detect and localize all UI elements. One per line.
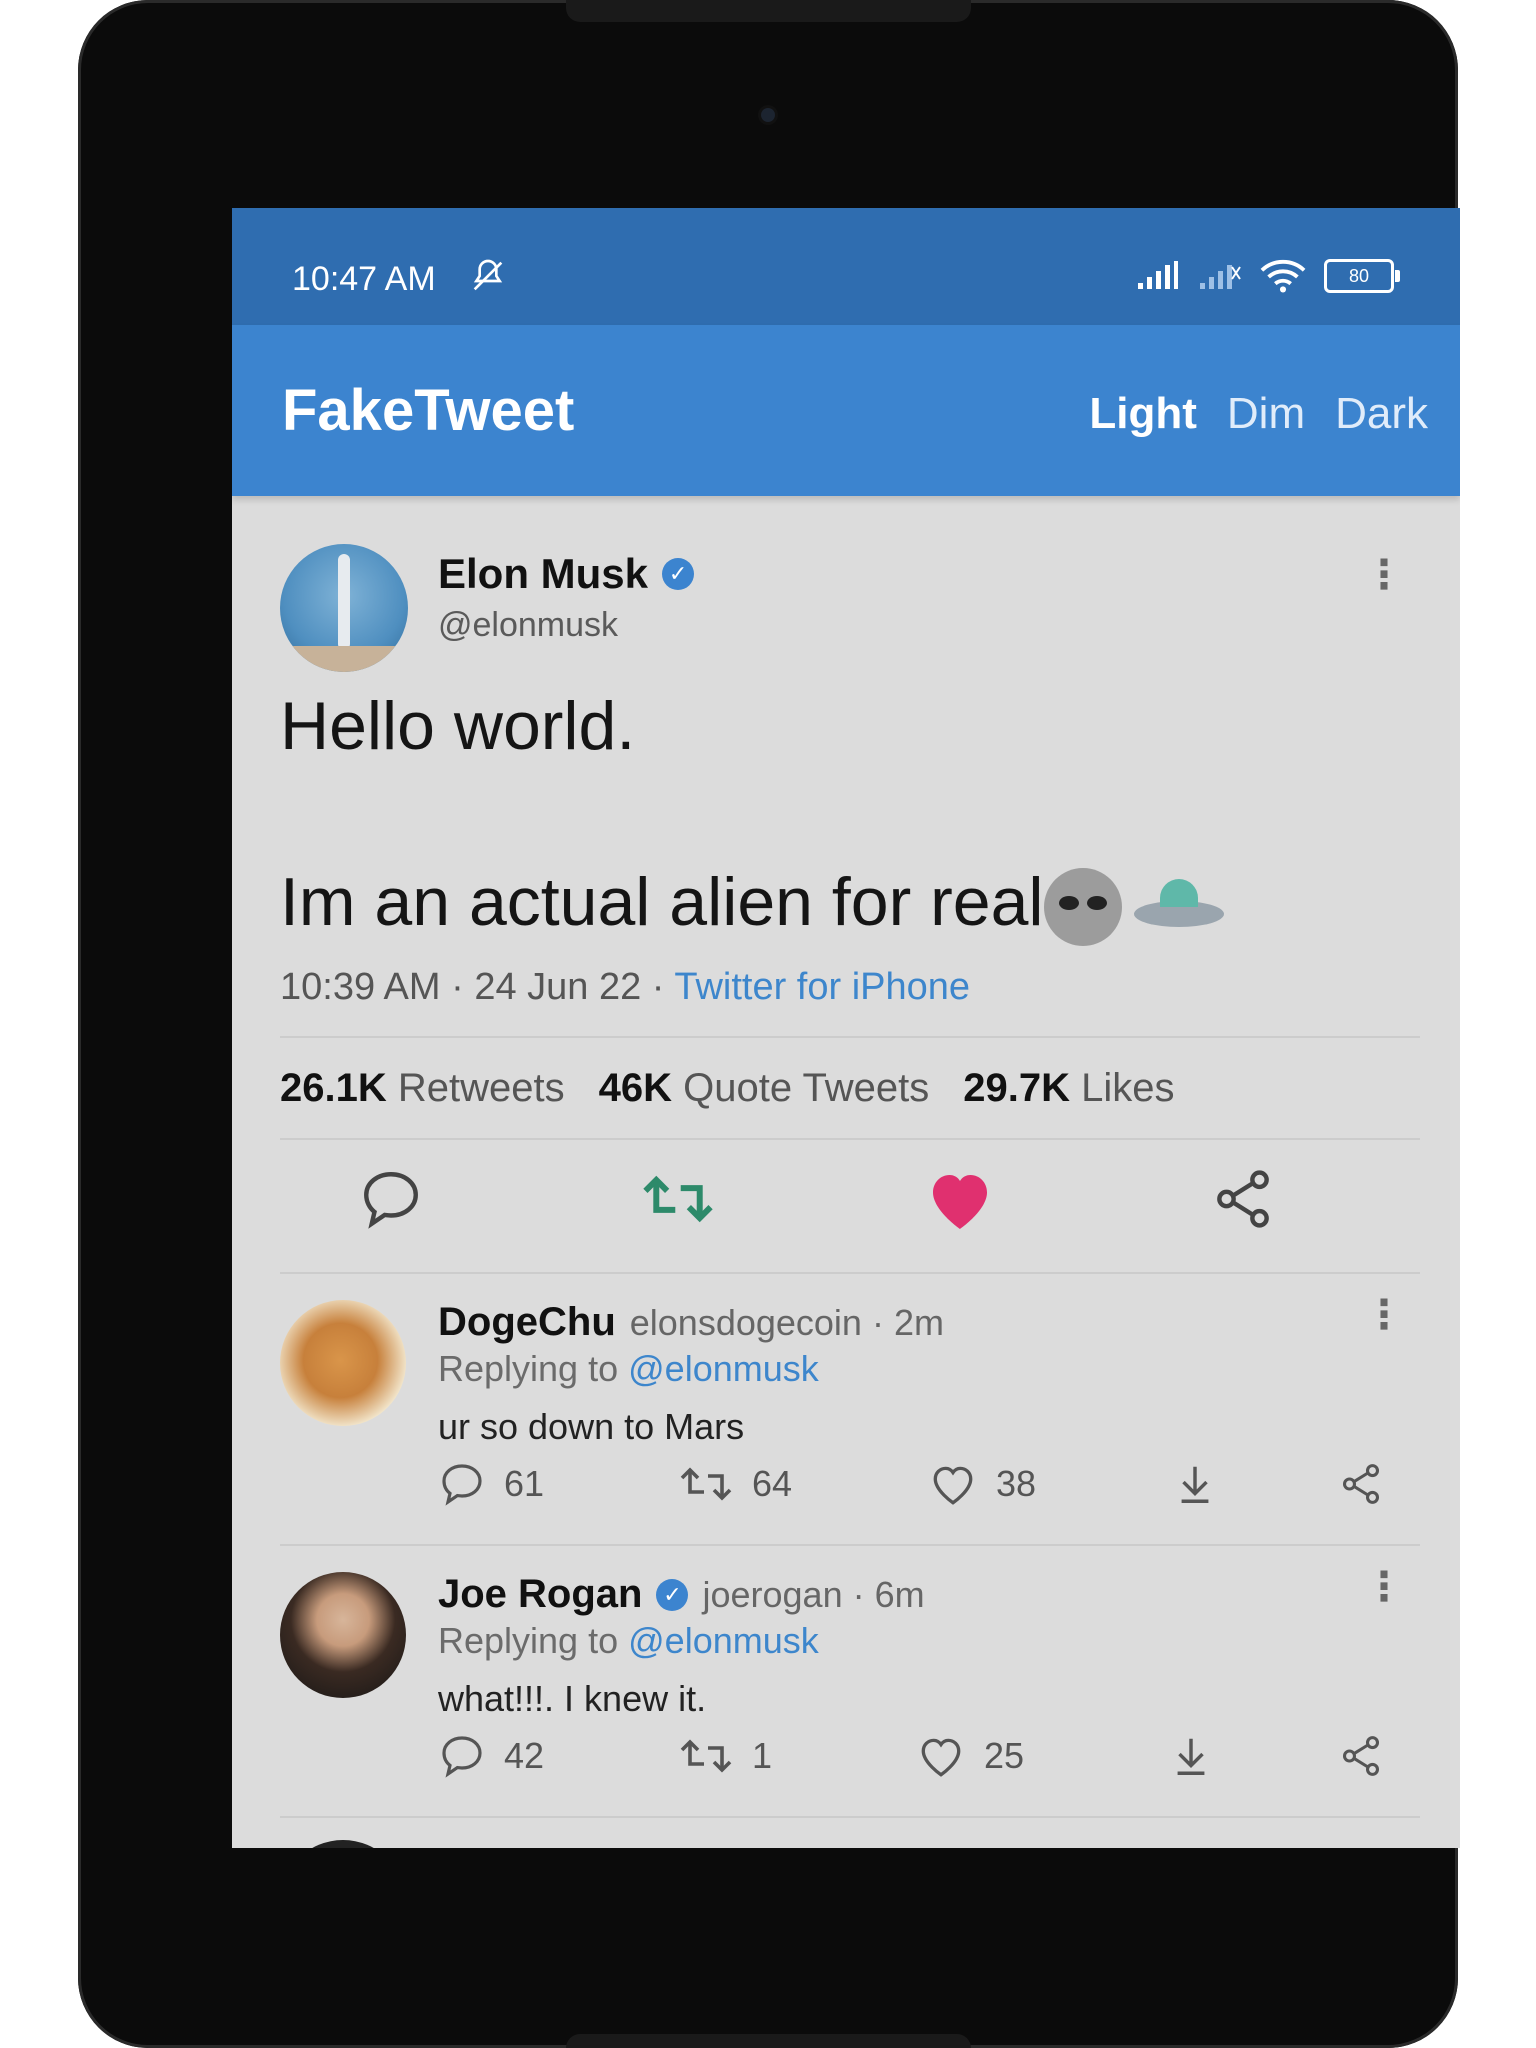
- reply-count-button[interactable]: 61: [438, 1460, 544, 1508]
- reply-actions: 42 1 25: [438, 1732, 1408, 1792]
- more-options-icon[interactable]: ⋮: [1364, 552, 1404, 598]
- reply-count-button[interactable]: 42: [438, 1732, 544, 1780]
- reply-text: what!!!. I knew it.: [438, 1678, 707, 1719]
- retweet-count-button[interactable]: 64: [678, 1460, 792, 1508]
- download-icon[interactable]: [1172, 1460, 1218, 1508]
- status-bar: 10:47 AM 80: [232, 208, 1460, 325]
- retweet-icon[interactable]: [640, 1166, 716, 1232]
- tablet-top-edge: [566, 0, 971, 22]
- replying-handle-link[interactable]: @elonmusk: [628, 1348, 819, 1389]
- retweet-count: 1: [752, 1735, 773, 1776]
- reply-icon: [442, 1736, 482, 1778]
- likes-stat[interactable]: 29.7K Likes: [963, 1066, 1174, 1111]
- avatar[interactable]: [280, 544, 408, 672]
- author-line: Elon Musk ✓: [438, 550, 695, 598]
- app-bar: FakeTweet Light Dim Dark: [232, 325, 1460, 496]
- heart-icon: [921, 1738, 961, 1777]
- download-icon[interactable]: [1168, 1732, 1214, 1780]
- retweet-count-button[interactable]: 1: [678, 1732, 772, 1780]
- theme-light-button[interactable]: Light: [1089, 389, 1197, 439]
- share-icon[interactable]: [1338, 1732, 1384, 1780]
- tweet-line-2-wrap: Im an actual alien for real: [280, 858, 1400, 947]
- battery-icon: 80: [1324, 259, 1400, 293]
- tweet-stats: 26.1K Retweets 46K Quote Tweets 29.7K Li…: [280, 1066, 1174, 1111]
- tweet-meta: 10:39 AM · 24 Jun 22 · Twitter for iPhon…: [280, 966, 970, 1009]
- tweet-line-2: Im an actual alien for real: [280, 864, 1044, 940]
- status-icons: 80: [1136, 258, 1400, 294]
- reply-author-line: DogeChu elonsdogecoin · 2m: [438, 1300, 944, 1345]
- author-name[interactable]: Elon Musk: [438, 550, 648, 598]
- avatar-rocket: [338, 554, 350, 650]
- reply-icon[interactable]: [358, 1166, 424, 1232]
- reply-item-partial[interactable]: [280, 1822, 1420, 1848]
- signal-icon-2: [1200, 265, 1241, 289]
- status-time: 10:47 AM: [292, 260, 436, 298]
- replying-prefix: Replying to: [438, 1620, 619, 1661]
- reply-count: 42: [504, 1735, 545, 1776]
- like-count-button[interactable]: 38: [928, 1460, 1036, 1508]
- retweet-icon: [680, 1467, 732, 1501]
- like-count: 38: [996, 1463, 1037, 1504]
- reply-meta: elonsdogecoin · 2m: [629, 1301, 944, 1343]
- tweet-line-1: Hello world.: [280, 688, 636, 764]
- more-options-icon[interactable]: ⋮: [1364, 1564, 1404, 1610]
- avatar[interactable]: [280, 1300, 406, 1426]
- verified-badge-icon: ✓: [662, 558, 695, 590]
- ufo-emoji-icon: [1133, 879, 1224, 935]
- share-icon[interactable]: [1210, 1166, 1276, 1232]
- avatar[interactable]: [280, 1840, 406, 1848]
- like-count-button[interactable]: 25: [916, 1732, 1024, 1780]
- replying-handle-link[interactable]: @elonmusk: [628, 1620, 819, 1661]
- divider: [280, 1138, 1420, 1140]
- reply-actions: 61 64 38: [438, 1460, 1408, 1520]
- avatar[interactable]: [280, 1572, 406, 1698]
- reply-author-name[interactable]: Joe Rogan: [438, 1572, 642, 1617]
- app-title: FakeTweet: [282, 378, 575, 443]
- avatar-ground: [280, 646, 408, 672]
- verified-badge-icon: ✓: [656, 1578, 689, 1611]
- retweet-count: 64: [752, 1463, 793, 1504]
- like-count: 25: [984, 1735, 1025, 1776]
- signal-icon: [1138, 261, 1178, 289]
- wifi-icon: [1260, 260, 1306, 293]
- like-heart-icon[interactable]: [924, 1166, 996, 1232]
- reply-item[interactable]: Joe Rogan ✓ joerogan · 6m ⋮ Replying to …: [280, 1550, 1420, 1820]
- tweet-timestamp: 10:39 AM · 24 Jun 22 ·: [280, 966, 665, 1008]
- tweet-source-link[interactable]: Twitter for iPhone: [674, 966, 970, 1008]
- tweet-text: Hello world. Im an actual alien for real: [280, 682, 1400, 947]
- theme-dark-button[interactable]: Dark: [1335, 389, 1428, 439]
- retweets-stat[interactable]: 26.1K Retweets: [280, 1066, 565, 1111]
- tablet-bottom-edge: [566, 2034, 971, 2048]
- author-handle[interactable]: @elonmusk: [438, 606, 618, 645]
- mute-icon: [468, 256, 508, 305]
- tablet-frame: 10:47 AM 80 FakeTweet Light Dim Dark Elo…: [78, 0, 1460, 2048]
- front-camera: [761, 108, 775, 122]
- quote-tweets-stat[interactable]: 46K Quote Tweets: [599, 1066, 930, 1111]
- divider: [280, 1036, 1420, 1038]
- reply-count: 61: [504, 1463, 545, 1504]
- retweet-icon: [680, 1739, 732, 1773]
- reply-item[interactable]: DogeChu elonsdogecoin · 2m ⋮ Replying to…: [280, 1278, 1420, 1548]
- divider: [280, 1816, 1420, 1818]
- reply-meta: joerogan · 6m: [702, 1573, 925, 1615]
- screen: 10:47 AM 80 FakeTweet Light Dim Dark Elo…: [232, 208, 1460, 1848]
- divider: [280, 1544, 1420, 1546]
- replying-to: Replying to @elonmusk: [438, 1348, 819, 1390]
- reply-author-line: Joe Rogan ✓ joerogan · 6m: [438, 1572, 925, 1617]
- reply-icon: [442, 1464, 482, 1506]
- theme-switcher: Light Dim Dark: [1089, 389, 1428, 439]
- tweet-actions: [280, 1166, 1420, 1256]
- replying-prefix: Replying to: [438, 1348, 619, 1389]
- theme-dim-button[interactable]: Dim: [1227, 389, 1305, 439]
- heart-icon: [933, 1466, 973, 1505]
- replying-to: Replying to @elonmusk: [438, 1620, 819, 1662]
- alien-emoji-icon: [1043, 868, 1122, 947]
- reply-author-name[interactable]: DogeChu: [438, 1300, 616, 1345]
- reply-text: ur so down to Mars: [438, 1406, 745, 1447]
- divider: [280, 1272, 1420, 1274]
- more-options-icon[interactable]: ⋮: [1364, 1292, 1404, 1338]
- share-icon[interactable]: [1338, 1460, 1384, 1508]
